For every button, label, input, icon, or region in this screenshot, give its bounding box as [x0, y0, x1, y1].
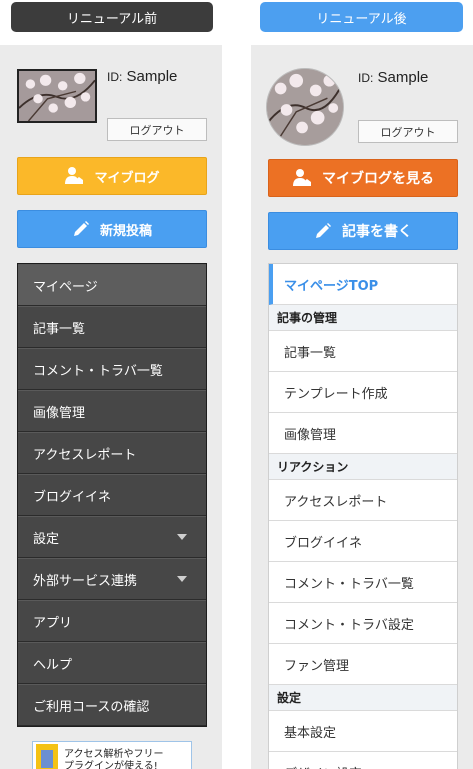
menu-item-external-services[interactable]: 外部サービス連携 [18, 558, 206, 600]
menu-item-fan-management[interactable]: ファン管理 [269, 644, 457, 685]
menu-item-design-settings[interactable]: デザイン設定 [269, 752, 457, 769]
chevron-down-icon [177, 534, 187, 540]
menu-item-help[interactable]: ヘルプ [18, 642, 206, 684]
chevron-down-icon [177, 576, 187, 582]
menu-item-comment-trackback-settings[interactable]: コメント・トラバ設定 [269, 603, 457, 644]
menu-item-image-management[interactable]: 画像管理 [269, 413, 457, 454]
logout-button[interactable]: ログアウト [107, 118, 207, 141]
menu-item-template-create[interactable]: テンプレート作成 [269, 372, 457, 413]
section-header-reaction: リアクション [269, 454, 457, 480]
menu-item-article-list[interactable]: 記事一覧 [18, 306, 206, 348]
pencil-icon [72, 220, 90, 238]
menu-item-settings[interactable]: 設定 [18, 516, 206, 558]
section-header-settings: 設定 [269, 685, 457, 711]
menu-item-blog-iine[interactable]: ブログイイネ [269, 521, 457, 562]
banner-image [36, 744, 58, 769]
title-before-renewal: リニューアル前 [11, 2, 213, 32]
new-post-button[interactable]: 新規投稿 [17, 210, 207, 248]
user-id: ID: Sample [358, 69, 429, 86]
user-id: ID: Sample [107, 68, 178, 85]
menu-item-mypage-top[interactable]: マイページTOP [269, 264, 457, 305]
menu-item-image-management[interactable]: 画像管理 [18, 390, 206, 432]
panel-after: ID: Sample ログアウト マイブログを見る 記事を書く マイページTOP… [251, 45, 473, 769]
menu-item-plan-check[interactable]: ご利用コースの確認 [18, 684, 206, 726]
menu-item-article-list[interactable]: 記事一覧 [269, 331, 457, 372]
profile-image [266, 68, 344, 146]
sidebar-menu-after: マイページTOP 記事の管理 記事一覧 テンプレート作成 画像管理 リアクション… [268, 263, 458, 769]
promo-banner[interactable]: アクセス解析やフリー プラグインが使える! [32, 741, 192, 769]
user-home-icon [292, 168, 312, 188]
pencil-icon [314, 222, 332, 240]
user-home-icon [64, 166, 84, 186]
menu-item-basic-settings[interactable]: 基本設定 [269, 711, 457, 752]
menu-item-app[interactable]: アプリ [18, 600, 206, 642]
section-header-article-management: 記事の管理 [269, 305, 457, 331]
panel-before: ID: Sample ログアウト マイブログ 新規投稿 マイページ 記事一覧 コ… [0, 45, 222, 769]
sidebar-menu-before: マイページ 記事一覧 コメント・トラバ一覧 画像管理 アクセスレポート ブログイ… [17, 263, 207, 727]
write-article-button[interactable]: 記事を書く [268, 212, 458, 250]
menu-item-comments-trackbacks[interactable]: コメント・トラバ一覧 [18, 348, 206, 390]
view-myblog-button[interactable]: マイブログを見る [268, 159, 458, 197]
title-after-renewal: リニューアル後 [260, 2, 463, 32]
myblog-button[interactable]: マイブログ [17, 157, 207, 195]
menu-item-comments-trackbacks[interactable]: コメント・トラバ一覧 [269, 562, 457, 603]
profile-image [17, 69, 97, 123]
menu-item-access-report[interactable]: アクセスレポート [18, 432, 206, 474]
menu-item-access-report[interactable]: アクセスレポート [269, 480, 457, 521]
menu-item-blog-iine[interactable]: ブログイイネ [18, 474, 206, 516]
logout-button[interactable]: ログアウト [358, 120, 458, 143]
menu-item-mypage[interactable]: マイページ [18, 264, 206, 306]
